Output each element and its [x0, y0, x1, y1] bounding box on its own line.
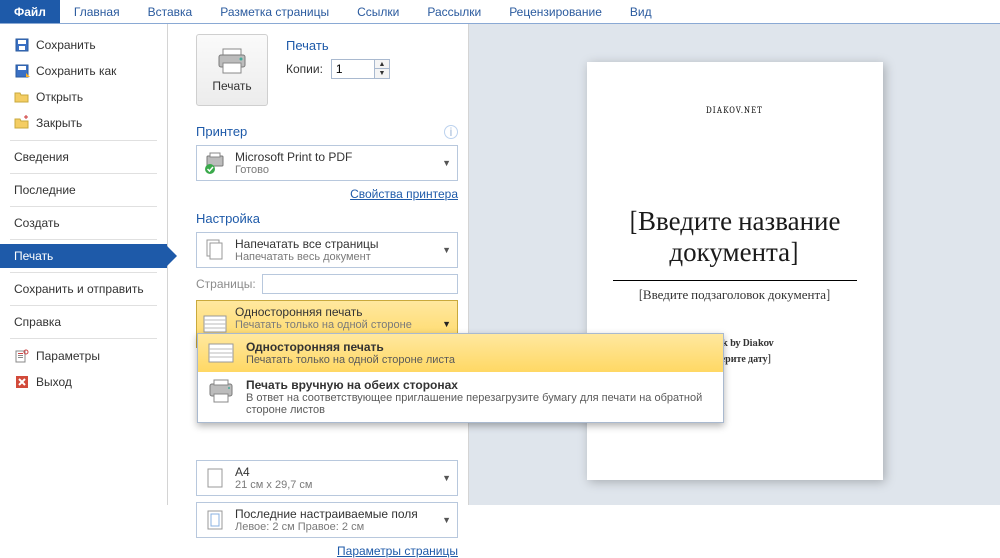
- margins-dropdown[interactable]: Последние настраиваемые поля Левое: 2 см…: [196, 502, 458, 538]
- backstage-sidebar: Сохранить Сохранить как Открыть Закрыть …: [0, 24, 168, 505]
- margins-sub: Левое: 2 см Правое: 2 см: [235, 521, 434, 533]
- spinner-arrows[interactable]: ▲▼: [375, 59, 390, 79]
- duplex-dropdown-popup: Односторонняя печать Печатать только на …: [197, 333, 724, 423]
- paper-size-dropdown[interactable]: A4 21 см x 29,7 см ▼: [196, 460, 458, 496]
- save-as-icon: [14, 63, 30, 79]
- sidebar-item-open[interactable]: Открыть: [0, 84, 167, 110]
- sidebar-item-exit[interactable]: Выход: [0, 369, 167, 395]
- sidebar-item-label: Выход: [36, 375, 72, 389]
- sidebar-item-print[interactable]: Печать: [0, 244, 167, 268]
- sidebar-item-label: Создать: [14, 216, 60, 230]
- copies-label: Копии:: [286, 62, 323, 76]
- sidebar-item-options[interactable]: Параметры: [0, 343, 167, 369]
- section-title-print: Печать: [286, 38, 390, 53]
- sidebar-item-label: Сохранить и отправить: [14, 282, 144, 296]
- sidebar-item-save-send[interactable]: Сохранить и отправить: [0, 277, 167, 301]
- copies-input[interactable]: [331, 59, 375, 79]
- pages-icon: [203, 238, 227, 262]
- sidebar-item-label: Сведения: [14, 150, 69, 164]
- option-sub: Печатать только на одной стороне листа: [246, 354, 455, 366]
- ribbon-tab-home[interactable]: Главная: [60, 0, 134, 23]
- sidebar-item-label: Справка: [14, 315, 61, 329]
- options-icon: [14, 348, 30, 364]
- sidebar-item-label: Печать: [14, 249, 53, 263]
- printer-icon: [215, 47, 249, 75]
- ribbon-tab-layout[interactable]: Разметка страницы: [206, 0, 343, 23]
- sidebar-item-label: Сохранить: [36, 38, 96, 52]
- option-sub: В ответ на соответствующее приглашение п…: [246, 392, 715, 416]
- paper-icon: [203, 466, 227, 490]
- close-icon: [14, 115, 30, 131]
- margins-icon: [203, 508, 227, 532]
- chevron-down-icon: ▼: [442, 515, 451, 525]
- print-panel: Печать Печать Копии: ▲▼ Принтер i: [168, 24, 468, 505]
- printer-name: Microsoft Print to PDF: [235, 150, 434, 164]
- preview-doc-title: [Введите название документа]: [613, 206, 857, 268]
- chevron-down-icon: ▼: [442, 245, 451, 255]
- ribbon-tab-insert[interactable]: Вставка: [134, 0, 207, 23]
- sidebar-item-label: Закрыть: [36, 116, 82, 130]
- paper-sub: 21 см x 29,7 см: [235, 479, 434, 491]
- margins-title: Последние настраиваемые поля: [235, 507, 434, 521]
- open-icon: [14, 89, 30, 105]
- ribbon-tab-review[interactable]: Рецензирование: [495, 0, 616, 23]
- sidebar-item-help[interactable]: Справка: [0, 310, 167, 334]
- print-button-label: Печать: [212, 79, 251, 93]
- section-title-printer: Принтер i: [196, 124, 458, 139]
- pages-label: Страницы:: [196, 277, 256, 291]
- option-title: Односторонняя печать: [246, 340, 455, 354]
- sidebar-item-info[interactable]: Сведения: [0, 145, 167, 169]
- save-icon: [14, 37, 30, 53]
- sidebar-item-recent[interactable]: Последние: [0, 178, 167, 202]
- sidebar-item-label: Параметры: [36, 349, 100, 363]
- info-icon[interactable]: i: [444, 125, 458, 139]
- pages-input[interactable]: [262, 274, 458, 294]
- copies-spinner[interactable]: ▲▼: [331, 59, 390, 79]
- ribbon-tab-references[interactable]: Ссылки: [343, 0, 413, 23]
- printer-dropdown[interactable]: Microsoft Print to PDF Готово ▼: [196, 145, 458, 181]
- pages-range-title: Напечатать все страницы: [235, 237, 434, 251]
- ribbon-tab-file[interactable]: Файл: [0, 0, 60, 23]
- manual-duplex-icon: [206, 378, 236, 404]
- section-title-settings: Настройка: [196, 211, 458, 226]
- sidebar-item-save-as[interactable]: Сохранить как: [0, 58, 167, 84]
- chevron-down-icon: ▼: [442, 473, 451, 483]
- ribbon-tab-view[interactable]: Вид: [616, 0, 666, 23]
- option-title: Печать вручную на обеих сторонах: [246, 378, 715, 392]
- preview-watermark: DIAKOV.NET: [613, 106, 857, 116]
- printer-properties-link[interactable]: Свойства принтера: [350, 187, 458, 201]
- sidebar-item-label: Открыть: [36, 90, 83, 104]
- preview-doc-subtitle: [Введите подзаголовок документа]: [613, 287, 857, 303]
- paper-title: A4: [235, 465, 434, 479]
- printer-status-icon: [203, 151, 227, 175]
- sidebar-item-label: Сохранить как: [36, 64, 116, 78]
- ribbon-tabs: Файл Главная Вставка Разметка страницы С…: [0, 0, 1000, 24]
- sidebar-item-label: Последние: [14, 183, 76, 197]
- chevron-down-icon: ▼: [442, 319, 451, 329]
- duplex-option-one-sided[interactable]: Односторонняя печать Печатать только на …: [198, 334, 723, 372]
- print-preview: DIAKOV.NET [Введите название документа] …: [468, 24, 1000, 505]
- sidebar-item-save[interactable]: Сохранить: [0, 32, 167, 58]
- ribbon-tab-mailings[interactable]: Рассылки: [413, 0, 495, 23]
- print-button[interactable]: Печать: [196, 34, 268, 106]
- duplex-option-manual-both[interactable]: Печать вручную на обеих сторонах В ответ…: [198, 372, 723, 422]
- sidebar-item-close[interactable]: Закрыть: [0, 110, 167, 136]
- pages-range-dropdown[interactable]: Напечатать все страницы Напечатать весь …: [196, 232, 458, 268]
- chevron-down-icon: ▼: [442, 158, 451, 168]
- pages-range-sub: Напечатать весь документ: [235, 251, 434, 263]
- duplex-title: Односторонняя печать: [235, 305, 434, 319]
- page-setup-link[interactable]: Параметры страницы: [337, 544, 458, 558]
- exit-icon: [14, 374, 30, 390]
- printer-status: Готово: [235, 164, 434, 176]
- one-sided-icon: [206, 340, 236, 366]
- sidebar-item-new[interactable]: Создать: [0, 211, 167, 235]
